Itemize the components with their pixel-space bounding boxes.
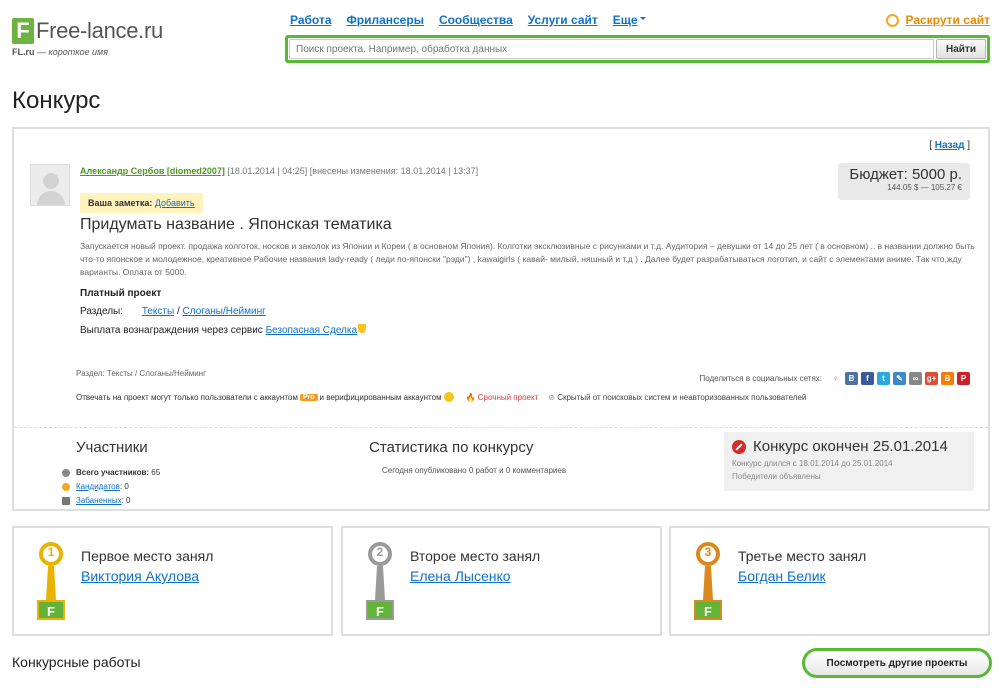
google-plus-icon[interactable]: g+ — [925, 372, 938, 385]
safe-deal-link[interactable]: Безопасная Сделка — [266, 325, 357, 336]
person-share-icon[interactable]: ♀ — [829, 372, 842, 385]
silver-trophy-icon: 2 F — [365, 542, 395, 620]
author-link[interactable]: Александр Сербов [diomed2007] — [80, 166, 225, 176]
project-title: Придумать название . Японская тематика — [80, 216, 392, 233]
place-label: Первое место занял — [81, 548, 214, 564]
verified-icon — [443, 392, 454, 402]
vk-icon[interactable]: B — [845, 372, 858, 385]
eye-crossed-icon: ⊘ — [548, 392, 555, 402]
facebook-icon[interactable]: f — [861, 372, 874, 385]
back-link[interactable]: Назад — [935, 140, 965, 151]
project-restrictions: Отвечать на проект могут только пользова… — [76, 392, 807, 402]
site-logo[interactable]: F Free-lance.ru — [12, 18, 163, 44]
gold-trophy-icon: 1 F — [36, 542, 66, 620]
winner-name-link[interactable]: Богдан Белик — [738, 568, 826, 584]
logo-subtitle: FL.ru — короткое имя — [12, 47, 109, 57]
add-note-link[interactable]: Добавить — [155, 198, 195, 208]
winner-name-link[interactable]: Елена Лысенко — [410, 568, 511, 584]
logo-text: Free-lance.ru — [36, 18, 163, 43]
project-panel: [ Назад ] Александр Сербов [diomed2007] … — [12, 127, 990, 511]
project-sections: Разделы: Тексты / Слоганы/Нейминг — [80, 306, 266, 317]
lock-icon — [62, 497, 70, 505]
avatar[interactable] — [30, 164, 70, 206]
search-bar: Найти — [285, 35, 990, 63]
back-link-wrapper: [ Назад ] — [929, 140, 970, 151]
budget-conversion: 144.05 $ — 105.27 € — [887, 183, 962, 192]
place-label: Третье место занял — [738, 548, 867, 564]
total-participants: Всего участников: 65 — [62, 466, 160, 480]
banned-link[interactable]: Забаненных — [76, 494, 122, 508]
section-footer: Раздел: Тексты / Слоганы/Нейминг — [76, 369, 207, 378]
nav-more-dropdown[interactable]: Еще — [613, 13, 646, 27]
logo-icon: F — [12, 18, 34, 44]
promote-site: Раскрути сайт — [886, 13, 990, 27]
nav-site-services[interactable]: Услуги сайт — [528, 13, 598, 27]
pinterest-icon[interactable]: P — [957, 372, 970, 385]
contest-works-title: Конкурсные работы — [12, 654, 141, 670]
stop-icon — [732, 439, 746, 454]
divider — [14, 427, 988, 428]
candidate-icon — [62, 483, 70, 491]
top-navigation: Работа Фрилансеры Сообщества Услуги сайт… — [290, 13, 646, 27]
project-dates: [18.01.2014 | 04:25] [внесены изменения:… — [224, 166, 479, 176]
search-input[interactable] — [289, 39, 934, 59]
urgent-label: 🔥 Срочный проект — [465, 392, 539, 402]
promote-link[interactable]: Раскрути сайт — [905, 13, 990, 27]
nav-work[interactable]: Работа — [290, 13, 332, 27]
page-title: Конкурс — [12, 87, 101, 114]
budget-box: Бюджет: 5000 р. 144.05 $ — 105.27 € — [838, 163, 970, 200]
contest-ended-title: Конкурс окончен 25.01.2014 — [753, 438, 948, 455]
banned-row: Забаненных: 0 — [62, 494, 160, 508]
budget-amount: Бюджет: 5000 р. — [849, 166, 962, 183]
link-icon[interactable]: ∞ — [909, 372, 922, 385]
winner-card-second: 2 F Второе место занял Елена Лысенко — [341, 526, 662, 636]
nav-communities[interactable]: Сообщества — [439, 13, 513, 27]
bronze-trophy-icon: 3 F — [693, 542, 723, 620]
winner-name-link[interactable]: Виктория Акулова — [81, 568, 199, 584]
participants-list: Всего участников: 65 Кандидатов: 0 Забан… — [62, 466, 160, 508]
user-note: Ваша заметка: Добавить — [80, 193, 203, 213]
project-description: Запускается новый проект. продажа колгот… — [80, 241, 975, 277]
shield-icon — [358, 324, 367, 333]
twitter-icon[interactable]: t — [877, 372, 890, 385]
section-link-texts[interactable]: Тексты — [142, 306, 174, 317]
winners-announced: Победители объявлены — [732, 472, 821, 481]
livejournal-icon[interactable]: ✎ — [893, 372, 906, 385]
promote-icon — [886, 13, 900, 27]
winner-card-third: 3 F Третье место занял Богдан Белик — [669, 526, 990, 636]
section-link-slogans[interactable]: Слоганы/Нейминг — [183, 306, 266, 317]
candidates-link[interactable]: Кандидатов — [76, 480, 120, 494]
contest-stats-title: Статистика по конкурсу — [369, 439, 534, 456]
search-button[interactable]: Найти — [936, 39, 986, 59]
paid-project-label: Платный проект — [80, 288, 162, 299]
blogger-icon[interactable]: B — [941, 372, 954, 385]
view-other-projects-button[interactable]: Посмотреть другие проекты — [802, 648, 992, 678]
author-line: Александр Сербов [diomed2007] [18.01.201… — [80, 166, 478, 176]
payout-info: Выплата вознаграждения через сервис Безо… — [80, 324, 367, 336]
hidden-label: ⊘ Скрытый от поисковых систем и неавтори… — [548, 392, 807, 402]
place-label: Второе место занял — [410, 548, 541, 564]
winner-card-first: 1 F Первое место занял Виктория Акулова — [12, 526, 333, 636]
pro-badge: Pro — [299, 393, 318, 401]
candidates-row: Кандидатов: 0 — [62, 480, 160, 494]
contest-stats-text: Сегодня опубликовано 0 работ и 0 коммент… — [382, 466, 567, 475]
contest-duration: Конкурс длился с 18.01.2014 до 25.01.201… — [732, 459, 893, 468]
social-share: Поделиться в социальных сетях: ♀ B f t ✎… — [699, 372, 970, 385]
user-icon — [62, 469, 70, 477]
contest-ended-box: Конкурс окончен 25.01.2014 Конкурс длилс… — [724, 432, 974, 491]
participants-title: Участники — [76, 439, 148, 456]
nav-freelancers[interactable]: Фрилансеры — [347, 13, 424, 27]
fire-icon: 🔥 — [465, 392, 476, 402]
